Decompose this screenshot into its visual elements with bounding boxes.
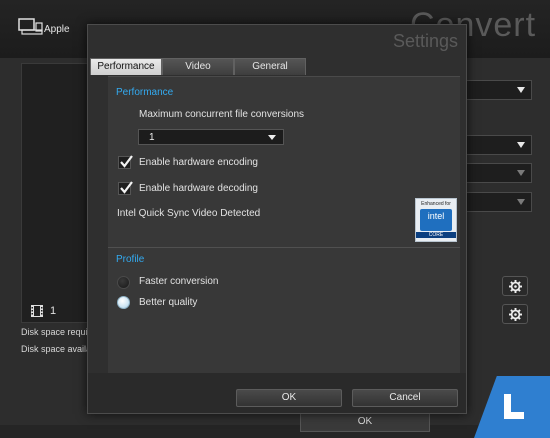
hw-encoding-checkbox[interactable] xyxy=(118,155,133,169)
performance-section-title: Performance xyxy=(116,87,174,98)
profile-section-title: Profile xyxy=(116,254,145,265)
format-select[interactable] xyxy=(462,80,532,100)
hw-encoding-label: Enable hardware encoding xyxy=(139,157,258,168)
settings-button-2[interactable] xyxy=(502,304,528,324)
better-quality-label: Better quality xyxy=(139,297,198,308)
max-conversions-value: 1 xyxy=(149,132,155,143)
tab-performance[interactable]: Performance xyxy=(90,58,162,75)
checkmark-icon xyxy=(120,181,133,194)
intel-logo: intel xyxy=(420,209,452,231)
dialog-title: Settings xyxy=(392,31,458,51)
film-icon xyxy=(31,305,43,317)
cancel-button[interactable]: Cancel xyxy=(352,389,458,407)
performance-panel: Performance Maximum concurrent file conv… xyxy=(108,76,460,374)
option-select-3[interactable] xyxy=(462,192,532,212)
quick-sync-label: Intel Quick Sync Video Detected xyxy=(117,208,261,219)
badge-core-text: CORE xyxy=(416,232,456,238)
chevron-down-icon xyxy=(517,87,525,93)
chevron-down-icon xyxy=(268,135,276,140)
better-quality-radio[interactable] xyxy=(117,296,130,309)
chevron-down-icon xyxy=(517,142,525,148)
gear-icon xyxy=(508,279,522,293)
tab-general[interactable]: General xyxy=(234,58,306,75)
logo-icon xyxy=(504,394,524,419)
settings-dialog: Settings Performance Video General Perfo… xyxy=(87,24,467,414)
file-count: 1 xyxy=(50,305,57,317)
tab-strip: Performance Video General xyxy=(88,58,466,76)
option-select-1[interactable] xyxy=(462,135,532,155)
chevron-down-icon xyxy=(517,199,525,205)
faster-conversion-label: Faster conversion xyxy=(139,276,219,287)
device-icon xyxy=(18,18,43,35)
option-select-2[interactable] xyxy=(462,163,532,183)
settings-button-1[interactable] xyxy=(502,276,528,296)
badge-top-text: Enhanced for xyxy=(421,201,451,207)
checkmark-icon xyxy=(120,155,133,168)
max-conversions-label: Maximum concurrent file conversions xyxy=(139,109,305,120)
intel-core-badge: Enhanced for intel CORE xyxy=(415,198,457,242)
device-label[interactable]: Apple xyxy=(44,24,70,35)
hw-decoding-checkbox[interactable] xyxy=(118,181,133,195)
preview-panel xyxy=(21,63,96,323)
tab-video[interactable]: Video xyxy=(162,58,234,75)
max-conversions-select[interactable]: 1 xyxy=(138,129,284,145)
app-footer xyxy=(0,425,550,438)
section-divider xyxy=(108,247,460,248)
disk-available-label: Disk space availa xyxy=(21,344,92,354)
app-ok-button[interactable]: OK xyxy=(300,412,430,432)
gear-icon xyxy=(508,307,522,321)
hw-decoding-label: Enable hardware decoding xyxy=(139,183,258,194)
faster-conversion-radio[interactable] xyxy=(117,276,130,289)
ok-button[interactable]: OK xyxy=(236,389,342,407)
disk-required-label: Disk space require xyxy=(21,327,96,337)
chevron-down-icon xyxy=(517,170,525,176)
